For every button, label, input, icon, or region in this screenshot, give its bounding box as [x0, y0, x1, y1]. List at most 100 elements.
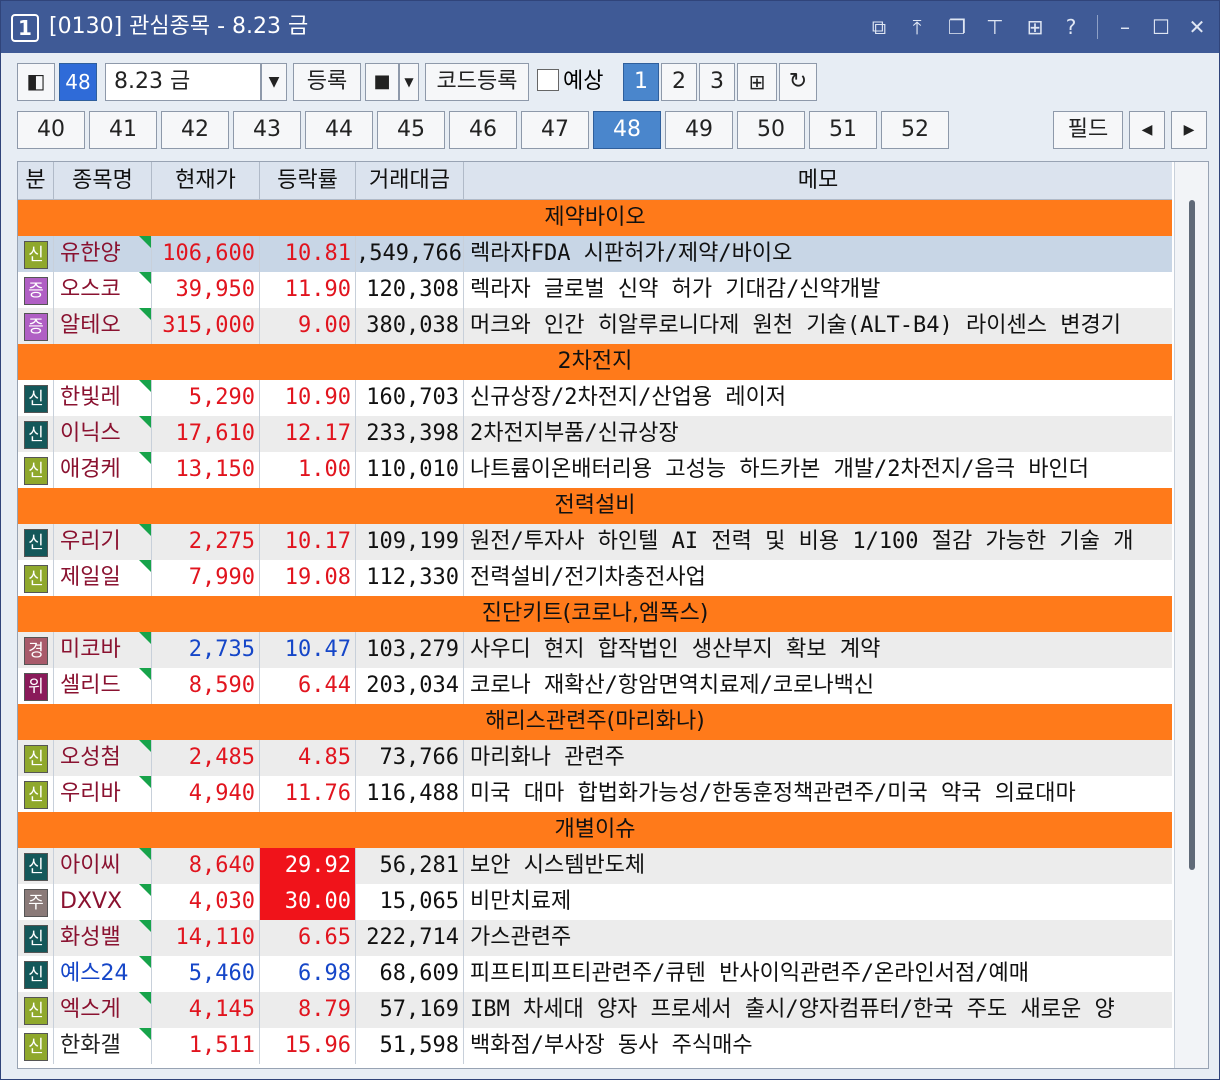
memo-cell[interactable]: 나트륨이온배터리용 고성능 하드카본 개발/2차전지/음극 바인더	[464, 452, 1172, 488]
close-icon[interactable]: ✕	[1183, 13, 1211, 41]
stock-name-cell[interactable]: 제일일	[54, 560, 152, 596]
table-row[interactable]: 신 아이씨 8,640 29.92 56,281 보안 시스템반도체	[18, 848, 1172, 884]
forecast-checkbox[interactable]	[537, 69, 559, 91]
stock-name-cell[interactable]: 엑스게	[54, 992, 152, 1028]
table-row[interactable]: 신 우리기 2,275 10.17 109,199 원전/투자사 하인텔 AI 전력 및 …	[18, 524, 1172, 560]
table-row[interactable]: 신 이닉스 17,610 12.17 233,398 2차전지부품/신규상장	[18, 416, 1172, 452]
stock-name-cell[interactable]: 애경케	[54, 452, 152, 488]
scrollbar-thumb[interactable]	[1189, 200, 1195, 870]
table-row[interactable]: 위 셀리드 8,590 6.44 203,034 코로나 재확산/항암면역치료제/코로나백…	[18, 668, 1172, 704]
stock-name-cell[interactable]: 셀리드	[54, 668, 152, 704]
stock-name-cell[interactable]: DXVX	[54, 884, 152, 920]
group-number-input[interactable]: 48	[59, 63, 97, 101]
col-type-header[interactable]: 분	[18, 162, 54, 200]
move-top-icon[interactable]: ⤒	[903, 13, 931, 41]
table-row[interactable]: 경 미코바 2,735 10.47 103,279 사우디 현지 합작법인 생산부지 확보…	[18, 632, 1172, 668]
stock-name-cell[interactable]: 오스코	[54, 272, 152, 308]
code-register-button[interactable]: 코드등록	[425, 63, 529, 101]
col-volume-header[interactable]: 거래대금	[356, 162, 464, 200]
memo-cell[interactable]: 미국 대마 합법화가능성/한동훈정책관련주/미국 약국 의료대마	[464, 776, 1172, 812]
title-bar[interactable]: 1 [0130] 관심종목 - 8.23 금 ⧉ ⤒ ❐ ⊤ ⊞ ? – ☐ ✕	[1, 1, 1219, 53]
register-button[interactable]: 등록	[293, 63, 361, 101]
tab-44[interactable]: 44	[305, 111, 373, 149]
col-memo-header[interactable]: 메모	[464, 162, 1172, 200]
tab-51[interactable]: 51	[809, 111, 877, 149]
stop-dropdown-icon[interactable]: ▼	[399, 63, 419, 101]
table-row[interactable]: 신 화성밸 14,110 6.65 222,714 가스관련주	[18, 920, 1172, 956]
memo-cell[interactable]: IBM 차세대 양자 프로세서 출시/양자컴퓨터/한국 주도 새로운 양	[464, 992, 1172, 1028]
stock-name-cell[interactable]: 알테오	[54, 308, 152, 344]
table-row[interactable]: 신 애경케 13,150 1.00 110,010 나트륨이온배터리용 고성능 하드카본 …	[18, 452, 1172, 488]
memo-cell[interactable]: 전력설비/전기차충전사업	[464, 560, 1172, 596]
tab-50[interactable]: 50	[737, 111, 805, 149]
tab-45[interactable]: 45	[377, 111, 445, 149]
memo-cell[interactable]: 백화점/부사장 동사 주식매수	[464, 1028, 1172, 1064]
stock-name-cell[interactable]: 이닉스	[54, 416, 152, 452]
stop-icon[interactable]: ■	[365, 63, 399, 101]
memo-cell[interactable]: 코로나 재확산/항암면역치료제/코로나백신	[464, 668, 1172, 704]
col-name-header[interactable]: 종목명	[54, 162, 152, 200]
tab-41[interactable]: 41	[89, 111, 157, 149]
memo-cell[interactable]: 머크와 인간 히알루로니다제 원천 기술(ALT-B4) 라이센스 변경기	[464, 308, 1172, 344]
table-row[interactable]: 신 한빛레 5,290 10.90 160,703 신규상장/2차전지/산업용 레이저	[18, 380, 1172, 416]
tab-40[interactable]: 40	[17, 111, 85, 149]
memo-cell[interactable]: 피프티피프티관련주/큐텐 반사이익관련주/온라인서점/예매	[464, 956, 1172, 992]
group-list-icon[interactable]: ◧	[17, 63, 55, 101]
table-row[interactable]: 신 엑스게 4,145 8.79 57,169 IBM 차세대 양자 프로세서 출시/양자…	[18, 992, 1172, 1028]
table-row[interactable]: 신 유한양 106,600 10.81,549,766 렉라자FDA 시판허가/제약/바…	[18, 236, 1172, 272]
refresh-icon[interactable]: ↻	[779, 63, 817, 101]
tab-next-icon[interactable]: ▶	[1171, 111, 1207, 149]
group-name-select[interactable]: 8.23 금	[105, 63, 261, 101]
tab-47[interactable]: 47	[521, 111, 589, 149]
memo-cell[interactable]: 신규상장/2차전지/산업용 레이저	[464, 380, 1172, 416]
cascade-icon[interactable]: ❐	[943, 13, 971, 41]
tab-49[interactable]: 49	[665, 111, 733, 149]
restore-window-icon[interactable]: ⧉	[865, 13, 893, 41]
grid-icon[interactable]: ⊞	[1021, 13, 1049, 41]
tab-prev-icon[interactable]: ◀	[1129, 111, 1165, 149]
col-rate-header[interactable]: 등락률	[260, 162, 356, 200]
table-row[interactable]: 증 알테오 315,000 9.00 380,038 머크와 인간 히알루로니다제 원천 …	[18, 308, 1172, 344]
tab-46[interactable]: 46	[449, 111, 517, 149]
table-row[interactable]: 신 우리바 4,940 11.76 116,488 미국 대마 합법화가능성/한동훈정책관…	[18, 776, 1172, 812]
chevron-down-icon[interactable]: ▼	[261, 63, 287, 101]
page-2-button[interactable]: 2	[661, 63, 697, 101]
tab-43[interactable]: 43	[233, 111, 301, 149]
memo-cell[interactable]: 가스관련주	[464, 920, 1172, 956]
memo-cell[interactable]: 사우디 현지 합작법인 생산부지 확보 계약	[464, 632, 1172, 668]
help-icon[interactable]: ?	[1057, 13, 1085, 41]
stock-name-cell[interactable]: 화성밸	[54, 920, 152, 956]
stock-name-cell[interactable]: 미코바	[54, 632, 152, 668]
vertical-scrollbar[interactable]	[1174, 162, 1208, 1068]
memo-cell[interactable]: 원전/투자사 하인텔 AI 전력 및 비용 1/100 절감 가능한 기술 개	[464, 524, 1172, 560]
maximize-icon[interactable]: ☐	[1147, 13, 1175, 41]
page-1-button[interactable]: 1	[623, 63, 659, 101]
table-row[interactable]: 주 DXVX 4,030 30.00 15,065 비만치료제	[18, 884, 1172, 920]
stock-name-cell[interactable]: 한화갤	[54, 1028, 152, 1064]
col-price-header[interactable]: 현재가	[152, 162, 260, 200]
tab-42[interactable]: 42	[161, 111, 229, 149]
stock-name-cell[interactable]: 한빛레	[54, 380, 152, 416]
memo-cell[interactable]: 마리화나 관련주	[464, 740, 1172, 776]
tab-52[interactable]: 52	[881, 111, 949, 149]
stock-name-cell[interactable]: 오성첨	[54, 740, 152, 776]
memo-cell[interactable]: 2차전지부품/신규상장	[464, 416, 1172, 452]
memo-cell[interactable]: 보안 시스템반도체	[464, 848, 1172, 884]
table-row[interactable]: 신 제일일 7,990 19.08 112,330 전력설비/전기차충전사업	[18, 560, 1172, 596]
memo-cell[interactable]: 렉라자FDA 시판허가/제약/바이오	[464, 236, 1172, 272]
memo-cell[interactable]: 비만치료제	[464, 884, 1172, 920]
field-button[interactable]: 필드	[1053, 111, 1123, 149]
expand-columns-icon[interactable]: ⊞	[737, 63, 777, 101]
table-row[interactable]: 신 한화갤 1,511 15.96 51,598 백화점/부사장 동사 주식매수	[18, 1028, 1172, 1064]
table-row[interactable]: 신 예스24 5,460 6.98 68,609 피프티피프티관련주/큐텐 반사이익관련주…	[18, 956, 1172, 992]
tab-48[interactable]: 48	[593, 111, 661, 149]
stock-name-cell[interactable]: 예스24	[54, 956, 152, 992]
memo-cell[interactable]: 렉라자 글로벌 신약 허가 기대감/신약개발	[464, 272, 1172, 308]
page-3-button[interactable]: 3	[699, 63, 735, 101]
stock-name-cell[interactable]: 우리바	[54, 776, 152, 812]
stock-name-cell[interactable]: 우리기	[54, 524, 152, 560]
minimize-icon[interactable]: –	[1111, 13, 1139, 41]
table-row[interactable]: 증 오스코 39,950 11.90 120,308 렉라자 글로벌 신약 허가 기대감/…	[18, 272, 1172, 308]
stock-name-cell[interactable]: 유한양	[54, 236, 152, 272]
stock-name-cell[interactable]: 아이씨	[54, 848, 152, 884]
